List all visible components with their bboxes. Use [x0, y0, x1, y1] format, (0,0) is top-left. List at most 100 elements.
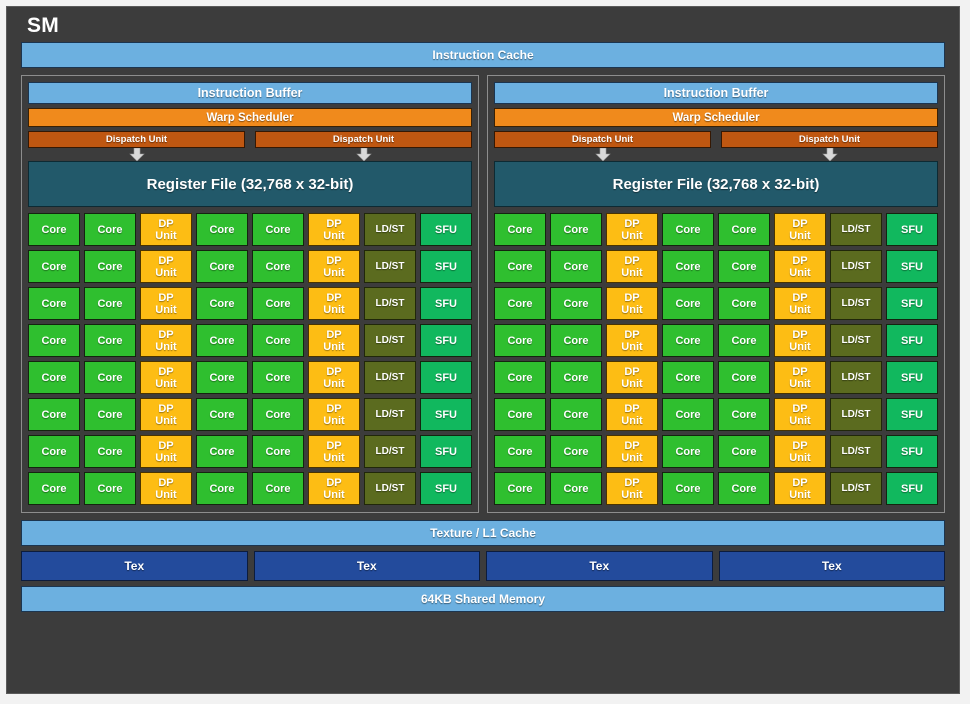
dp-unit-label-line1: DP — [792, 291, 808, 304]
dp-unit-label-line2: Unit — [789, 266, 811, 279]
core-unit: Core — [252, 398, 304, 431]
dp-unit-label-line2: Unit — [155, 303, 177, 316]
dp-unit: DP Unit — [606, 213, 658, 246]
ldst-unit: LD/ST — [364, 213, 416, 246]
execution-unit-grid-left: Core Core DP Unit Core Core DP Unit LD/ST SFU Core… — [28, 213, 472, 505]
core-unit: Core — [252, 213, 304, 246]
core-unit: Core — [718, 472, 770, 505]
dp-unit-label-line1: DP — [326, 365, 342, 378]
dp-unit-label-line2: Unit — [155, 414, 177, 427]
core-unit: Core — [494, 287, 546, 320]
dp-unit-label-line2: Unit — [621, 340, 643, 353]
dispatch-arrow-row-left — [28, 148, 472, 161]
core-unit: Core — [662, 472, 714, 505]
core-unit: Core — [550, 287, 602, 320]
dp-unit: DP Unit — [308, 361, 360, 394]
core-unit: Core — [252, 324, 304, 357]
dp-unit-label-line1: DP — [158, 217, 174, 230]
dp-unit-label-line1: DP — [326, 254, 342, 267]
dp-unit: DP Unit — [774, 398, 826, 431]
dp-unit-label-line1: DP — [624, 328, 640, 341]
core-unit: Core — [662, 250, 714, 283]
tex-unit-2: Tex — [486, 551, 713, 581]
dp-unit-label-line1: DP — [624, 365, 640, 378]
dispatch-unit-left-0: Dispatch Unit — [28, 131, 245, 148]
dp-unit-label-line1: DP — [158, 439, 174, 452]
dp-unit-label-line1: DP — [792, 365, 808, 378]
instruction-buffer-right: Instruction Buffer — [494, 82, 938, 104]
dispatch-unit-right-1: Dispatch Unit — [721, 131, 938, 148]
dp-unit: DP Unit — [606, 472, 658, 505]
dispatch-arrow-row-right — [494, 148, 938, 161]
dp-unit: DP Unit — [140, 287, 192, 320]
core-unit: Core — [662, 435, 714, 468]
dispatch-unit-row-left: Dispatch Unit Dispatch Unit — [28, 131, 472, 148]
dp-unit-label-line2: Unit — [789, 303, 811, 316]
dp-unit: DP Unit — [774, 361, 826, 394]
dp-unit: DP Unit — [774, 324, 826, 357]
down-arrow-icon — [721, 148, 938, 161]
dp-unit: DP Unit — [606, 287, 658, 320]
dispatch-unit-left-1: Dispatch Unit — [255, 131, 472, 148]
dp-unit-label-line1: DP — [624, 254, 640, 267]
sfu-unit: SFU — [420, 213, 472, 246]
ldst-unit: LD/ST — [364, 361, 416, 394]
dp-unit: DP Unit — [606, 250, 658, 283]
sfu-unit: SFU — [886, 361, 938, 394]
dp-unit-label-line2: Unit — [789, 229, 811, 242]
warp-scheduler-right: Warp Scheduler — [494, 108, 938, 127]
dp-unit-label-line1: DP — [326, 402, 342, 415]
core-unit: Core — [196, 287, 248, 320]
core-unit: Core — [84, 398, 136, 431]
ldst-unit: LD/ST — [364, 398, 416, 431]
ldst-unit: LD/ST — [364, 287, 416, 320]
dp-unit-label-line1: DP — [624, 402, 640, 415]
dp-unit: DP Unit — [308, 324, 360, 357]
warp-scheduler-left: Warp Scheduler — [28, 108, 472, 127]
processing-block-left: Instruction Buffer Warp Scheduler Dispat… — [21, 75, 479, 513]
tex-unit-0: Tex — [21, 551, 248, 581]
register-file-left: Register File (32,768 x 32-bit) — [28, 161, 472, 207]
dp-unit: DP Unit — [308, 213, 360, 246]
sfu-unit: SFU — [886, 472, 938, 505]
core-unit: Core — [252, 435, 304, 468]
dp-unit-label-line1: DP — [792, 217, 808, 230]
core-unit: Core — [84, 435, 136, 468]
ldst-unit: LD/ST — [830, 213, 882, 246]
shared-memory-block: 64KB Shared Memory — [21, 586, 945, 612]
core-unit: Core — [494, 435, 546, 468]
dp-unit-label-line1: DP — [158, 402, 174, 415]
dp-unit: DP Unit — [606, 435, 658, 468]
dp-unit-label-line1: DP — [792, 254, 808, 267]
dp-unit: DP Unit — [140, 472, 192, 505]
ldst-unit: LD/ST — [830, 324, 882, 357]
dp-unit: DP Unit — [140, 398, 192, 431]
dp-unit-label-line1: DP — [326, 439, 342, 452]
core-unit: Core — [196, 213, 248, 246]
dp-unit: DP Unit — [140, 213, 192, 246]
sfu-unit: SFU — [420, 472, 472, 505]
sfu-unit: SFU — [420, 250, 472, 283]
down-arrow-icon — [494, 148, 711, 161]
dp-unit-label-line2: Unit — [155, 266, 177, 279]
sfu-unit: SFU — [420, 287, 472, 320]
dp-unit-label-line2: Unit — [621, 266, 643, 279]
dp-unit: DP Unit — [308, 250, 360, 283]
core-unit: Core — [28, 287, 80, 320]
dp-unit: DP Unit — [308, 435, 360, 468]
down-arrow-icon — [255, 148, 472, 161]
dp-unit-label-line2: Unit — [155, 451, 177, 464]
core-unit: Core — [252, 472, 304, 505]
dp-unit-label-line2: Unit — [155, 488, 177, 501]
sfu-unit: SFU — [886, 250, 938, 283]
core-unit: Core — [196, 398, 248, 431]
core-unit: Core — [84, 287, 136, 320]
core-unit: Core — [84, 324, 136, 357]
ldst-unit: LD/ST — [830, 250, 882, 283]
core-unit: Core — [718, 287, 770, 320]
core-unit: Core — [196, 324, 248, 357]
core-unit: Core — [84, 250, 136, 283]
dp-unit-label-line2: Unit — [789, 414, 811, 427]
dp-unit: DP Unit — [308, 472, 360, 505]
core-unit: Core — [196, 435, 248, 468]
